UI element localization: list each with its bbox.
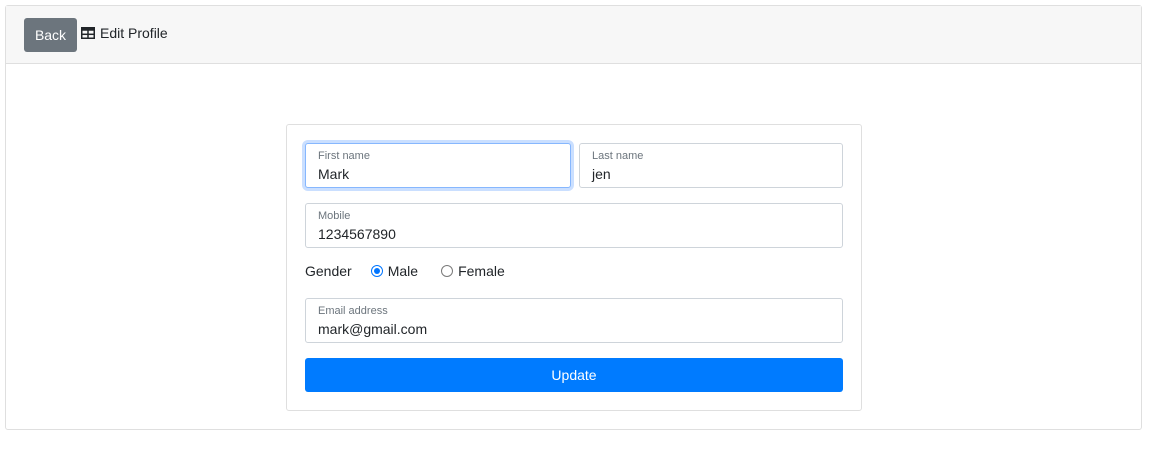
update-button[interactable]: Update [305, 358, 843, 392]
first-name-input[interactable]: Mark [318, 166, 558, 183]
page-title: Edit Profile [81, 25, 168, 41]
card-header: Back Edit Profile [6, 6, 1141, 64]
edit-profile-card: Back Edit Profile First name Mark Last n… [5, 5, 1142, 430]
email-field[interactable]: Email address mark@gmail.com [305, 298, 843, 343]
profile-form: First name Mark Last name jen Mobile 123… [286, 124, 862, 411]
mobile-label: Mobile [318, 210, 351, 222]
gender-group: Gender Male Female [305, 263, 505, 279]
first-name-label: First name [318, 150, 370, 162]
last-name-label: Last name [592, 150, 644, 162]
gender-label: Gender [305, 263, 352, 279]
mobile-field[interactable]: Mobile 1234567890 [305, 203, 843, 248]
table-icon [81, 27, 95, 39]
last-name-input[interactable]: jen [592, 166, 830, 183]
gender-male-radio[interactable] [370, 265, 383, 277]
last-name-field[interactable]: Last name jen [579, 143, 843, 188]
email-label: Email address [318, 305, 388, 317]
mobile-input[interactable]: 1234567890 [318, 226, 830, 243]
gender-male-label[interactable]: Male [388, 263, 418, 279]
gender-female-radio[interactable] [441, 265, 454, 277]
email-input[interactable]: mark@gmail.com [318, 321, 830, 338]
back-button[interactable]: Back [24, 17, 77, 52]
gender-female-label[interactable]: Female [458, 263, 505, 279]
page-title-text: Edit Profile [100, 25, 168, 41]
first-name-field[interactable]: First name Mark [305, 143, 571, 188]
